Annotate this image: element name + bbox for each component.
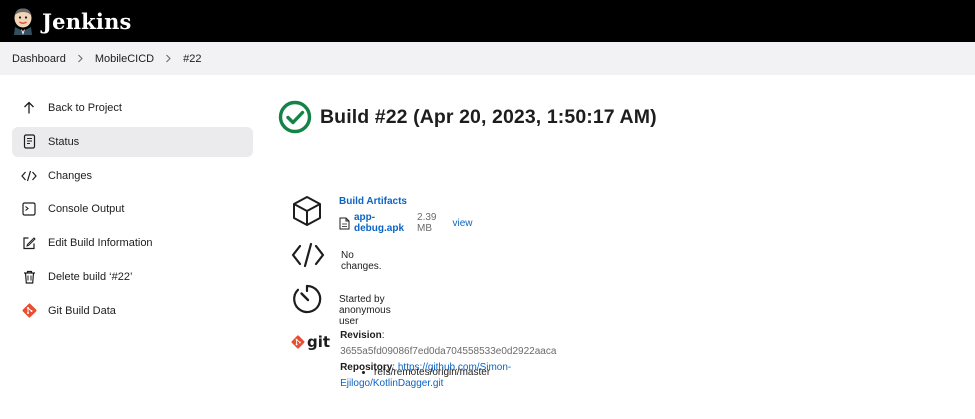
sidebar-item-changes[interactable]: Changes: [12, 161, 253, 191]
revision-line: Revision: 3655a5fd09086f7ed0da704558533e…: [340, 328, 557, 360]
top-header: Jenkins: [0, 0, 975, 42]
changes-row: No changes.: [291, 238, 382, 272]
git-icon: [21, 303, 37, 319]
build-title-row: Build #22 (Apr 20, 2023, 1:50:17 AM): [278, 100, 657, 134]
sidebar-item-label: Console Output: [48, 203, 125, 216]
sidebar-item-label: Edit Build Information: [48, 237, 153, 250]
jenkins-logo-icon[interactable]: [10, 7, 36, 35]
code-icon: [21, 168, 37, 184]
sidebar-item-status[interactable]: Status: [12, 126, 253, 157]
branch-list: refs/remotes/origin/master: [358, 367, 490, 378]
sidebar: Back to Project Status Changes Console O…: [12, 93, 253, 330]
arrow-up-icon: [21, 100, 37, 116]
file-icon: [339, 217, 350, 230]
package-icon: [291, 194, 323, 228]
list-item: refs/remotes/origin/master: [374, 367, 490, 378]
artifact-file-line: app-debug.apk 2.39 MB view: [339, 212, 473, 234]
sidebar-item-label: Delete build ‘#22’: [48, 270, 133, 283]
cause-text: Started by anonymous user: [339, 294, 391, 327]
git-details: Revision: 3655a5fd09086f7ed0da704558533e…: [340, 328, 557, 392]
artifact-file-link[interactable]: app-debug.apk: [354, 212, 404, 234]
chevron-right-icon: [165, 54, 172, 63]
git-logo-text: git: [307, 333, 331, 351]
timer-icon: [291, 282, 323, 316]
sidebar-item-back-to-project[interactable]: Back to Project: [12, 93, 253, 123]
page-title: Build #22 (Apr 20, 2023, 1:50:17 AM): [320, 105, 657, 128]
terminal-icon: [21, 201, 37, 217]
code-icon: [291, 238, 325, 272]
sidebar-item-delete-build[interactable]: Delete build ‘#22’: [12, 262, 253, 292]
chevron-right-icon: [77, 54, 84, 63]
document-icon: [21, 134, 37, 150]
sidebar-item-label: Changes: [48, 169, 93, 182]
revision-value: 3655a5fd09086f7ed0da704558533e0d2922aaca: [340, 346, 557, 357]
breadcrumb-dashboard[interactable]: Dashboard: [12, 53, 66, 65]
changes-text: No changes.: [341, 250, 382, 272]
sidebar-item-label: Status: [48, 135, 80, 148]
sidebar-item-label: Back to Project: [48, 102, 122, 114]
git-logo-icon: git: [291, 325, 330, 359]
edit-icon: [21, 235, 37, 251]
sidebar-item-console-output[interactable]: Console Output: [12, 194, 253, 224]
sidebar-item-edit-build-information[interactable]: Edit Build Information: [12, 228, 253, 258]
git-row: git Revision: 3655a5fd09086f7ed0da704558…: [291, 325, 557, 392]
revision-colon: :: [381, 330, 385, 341]
artifact-view-link[interactable]: view: [452, 218, 472, 229]
artifact-file-size: 2.39 MB: [417, 212, 437, 234]
sidebar-item-label: Git Build Data: [48, 304, 116, 317]
sidebar-item-git-build-data[interactable]: Git Build Data: [12, 296, 253, 326]
trash-icon: [21, 269, 37, 285]
cause-row: Started by anonymous user: [291, 282, 393, 327]
build-artifacts-link[interactable]: Build Artifacts: [339, 196, 473, 207]
revision-label: Revision: [340, 330, 382, 341]
breadcrumb-build[interactable]: #22: [183, 53, 201, 65]
artifacts-row: Build Artifacts app-debug.apk 2.39 MB vi…: [291, 194, 473, 234]
success-check-icon: [278, 100, 312, 134]
breadcrumb-project[interactable]: MobileCICD: [95, 53, 154, 65]
breadcrumb: Dashboard MobileCICD #22: [0, 42, 975, 75]
artifacts-block: Build Artifacts app-debug.apk 2.39 MB vi…: [339, 196, 473, 234]
brand-name[interactable]: Jenkins: [42, 9, 132, 34]
